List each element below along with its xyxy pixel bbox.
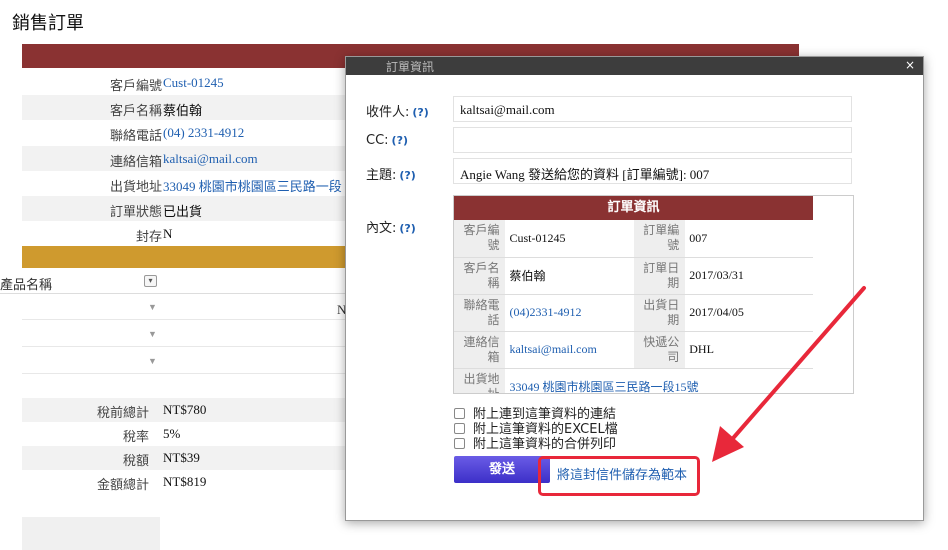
summary-total: 金額總計 NT$819 [22, 470, 347, 494]
field-customer-id: 客戶編號 Cust-01245 [22, 70, 347, 95]
table-cell-label: 訂單編號 [633, 220, 686, 258]
page-title: 銷售訂單 [12, 13, 84, 34]
field-phone: 聯絡電話 (04) 2331-4912 [22, 120, 347, 145]
field-value: 已出貨 [163, 204, 203, 219]
summary-label: 稅率 [122, 430, 149, 445]
table-cell-value[interactable]: 33049 桃園市桃園區三民路一段15號 [505, 368, 813, 393]
help-icon[interactable]: (?) [399, 169, 415, 182]
summary-label: 稅額 [122, 454, 149, 469]
help-icon[interactable]: (?) [399, 222, 415, 235]
field-value[interactable]: Cust-01245 [163, 75, 224, 91]
to-label: 收件人: (?) [366, 101, 429, 120]
body-editor[interactable]: 訂單資訊 客戶編號 Cust-01245 訂單編號 007 客戶名稱 蔡伯翰 訂… [453, 195, 854, 394]
table-cell-value: 007 [685, 220, 813, 258]
summary-subtotal: 稅前總計 NT$780 [22, 398, 347, 422]
to-input[interactable]: kaltsai@mail.com [453, 96, 852, 122]
table-cell-value: 2017/04/05 [685, 294, 813, 332]
help-icon[interactable]: (?) [412, 106, 428, 119]
table-cell-label: 聯絡電話 [454, 294, 506, 332]
table-row: 客戶名稱 蔡伯翰 訂單日期 2017/03/31 [454, 257, 813, 295]
summary-value: NT$819 [163, 474, 207, 489]
body-info-table: 客戶編號 Cust-01245 訂單編號 007 客戶名稱 蔡伯翰 訂單日期 2… [454, 220, 813, 393]
field-label: 聯絡電話 [109, 129, 162, 144]
cc-label: CC: (?) [366, 133, 408, 148]
field-label: 封存 [135, 230, 162, 245]
table-cell-value: 蔡伯翰 [505, 257, 634, 295]
table-row[interactable]: ▼ [22, 323, 347, 347]
to-label-text: 收件人: [366, 105, 410, 120]
summary-tax-rate: 稅率 5% [22, 422, 347, 446]
help-icon[interactable]: (?) [392, 134, 408, 147]
send-button[interactable]: 發送 [454, 456, 550, 483]
table-row: 客戶編號 Cust-01245 訂單編號 007 [454, 220, 813, 258]
body-label: 內文: (?) [366, 217, 416, 236]
column-product-name: 產品名稱 [0, 278, 53, 293]
summary-value: 5% [163, 426, 181, 441]
table-row: 聯絡電話 (04)2331-4912 出貨日期 2017/04/05 [454, 294, 813, 332]
summary-tax: 稅額 NT$39 [22, 446, 347, 470]
field-label: 客戶名稱 [109, 104, 162, 119]
subject-label: 主題: (?) [366, 164, 416, 183]
column-dropdown-icon[interactable]: ▾ [144, 275, 157, 287]
chevron-down-icon[interactable]: ▼ [148, 302, 157, 312]
body-label-text: 內文: [366, 221, 397, 236]
body-table-title: 訂單資訊 [454, 196, 813, 220]
summary-label: 金額總計 [96, 478, 149, 493]
table-cell-value[interactable]: (04)2331-4912 [505, 294, 634, 332]
chevron-down-icon[interactable]: ▼ [148, 329, 157, 339]
field-value[interactable]: (04) 2331-4912 [163, 125, 244, 141]
annotation-highlight-box [538, 456, 700, 496]
field-label: 客戶編號 [109, 79, 162, 94]
table-cell-label: 出貨日期 [633, 294, 686, 332]
field-value: N [163, 226, 173, 241]
field-value[interactable]: 33049 桃園市桃園區三民路一段 [163, 176, 342, 195]
footer-placeholder [22, 517, 160, 550]
field-customer-name: 客戶名稱 蔡伯翰 [22, 95, 347, 120]
table-cell-value[interactable]: kaltsai@mail.com [505, 331, 634, 369]
table-cell-label: 出貨地址 [454, 368, 506, 393]
field-label: 出貨地址 [109, 180, 162, 195]
close-icon[interactable]: × [903, 58, 917, 72]
table-row[interactable]: ▼ [22, 296, 347, 320]
table-cell-label: 客戶名稱 [454, 257, 506, 295]
summary-value: NT$780 [163, 402, 207, 417]
table-cell-value: Cust-01245 [505, 220, 634, 258]
dialog-header-text: 訂單資訊 [386, 60, 435, 74]
email-dialog: 訂單資訊 × 收件人: (?) kaltsai@mail.com CC: (?) 主… [345, 56, 924, 521]
table-cell-value: DHL [685, 331, 813, 369]
product-grid-header: 產品名稱 ▾ [0, 270, 347, 294]
table-cell-label: 快遞公司 [633, 331, 686, 369]
table-cell-label: 連絡信箱 [454, 331, 506, 369]
table-row[interactable]: ▼ [22, 350, 347, 374]
field-value: 蔡伯翰 [163, 103, 203, 118]
summary-value: NT$39 [163, 450, 200, 465]
field-order-status: 訂單狀態 已出貨 [22, 196, 347, 221]
table-cell-label: 客戶編號 [454, 220, 506, 258]
field-address: 出貨地址 33049 桃園市桃園區三民路一段 [22, 171, 347, 196]
table-row: 出貨地址 33049 桃園市桃園區三民路一段15號 [454, 368, 813, 393]
chevron-down-icon[interactable]: ▼ [148, 356, 157, 366]
checkbox-label: 附上這筆資料的合併列印 [473, 437, 617, 452]
table-cell-label: 訂單日期 [633, 257, 686, 295]
field-email: 連絡信箱 kaltsai@mail.com [22, 146, 347, 171]
cc-label-text: CC: [366, 133, 389, 148]
summary-label: 稅前總計 [96, 406, 149, 421]
product-section-bar [22, 246, 347, 268]
field-archive: 封存 N [22, 221, 347, 246]
subject-label-text: 主題: [366, 168, 397, 183]
field-label: 訂單狀態 [109, 205, 162, 220]
field-value[interactable]: kaltsai@mail.com [163, 151, 258, 167]
checkbox-attach-mail-merge[interactable]: 附上這筆資料的合併列印 [454, 433, 616, 452]
checkbox[interactable] [454, 438, 465, 449]
table-cell-value: 2017/03/31 [685, 257, 813, 295]
cc-input[interactable] [453, 127, 852, 153]
subject-input[interactable]: Angie Wang 發送給您的資料 [訂單編號]: 007 [453, 158, 852, 184]
field-label: 連絡信箱 [109, 155, 162, 170]
table-row: 連絡信箱 kaltsai@mail.com 快遞公司 DHL [454, 331, 813, 369]
dialog-header[interactable]: 訂單資訊 × [346, 57, 923, 75]
